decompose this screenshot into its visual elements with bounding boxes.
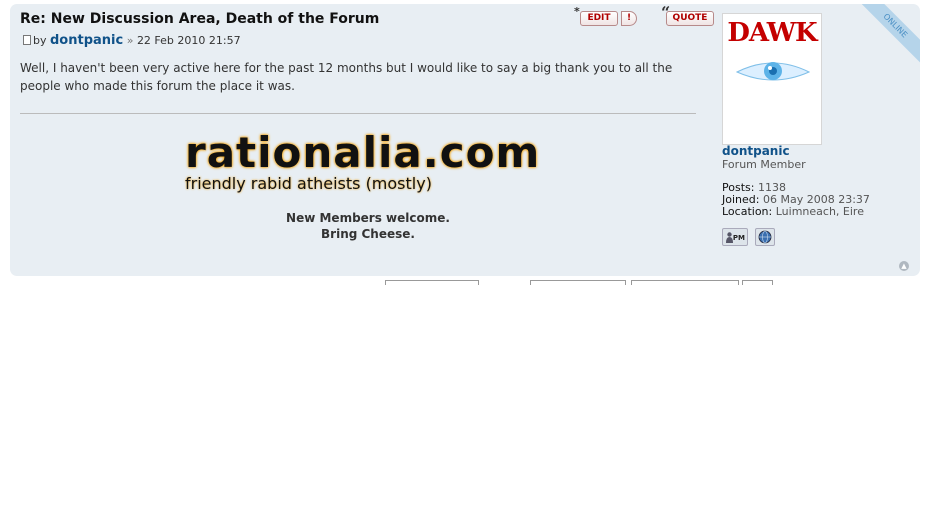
post: Re: New Discussion Area, Death of the Fo… — [10, 4, 920, 276]
edit-star-icon: * — [574, 5, 580, 18]
post-title[interactable]: Re: New Discussion Area, Death of the Fo… — [20, 11, 379, 27]
signature-line-1: New Members welcome. — [286, 211, 450, 225]
report-button[interactable]: ! — [621, 11, 637, 26]
pm-button[interactable]: PM — [722, 228, 748, 246]
cut-off-control-3[interactable] — [631, 280, 739, 285]
cut-off-control-2[interactable] — [530, 280, 626, 285]
post-author-link[interactable]: dontpanic — [50, 33, 123, 48]
post-date: 22 Feb 2010 21:57 — [136, 34, 241, 47]
pm-label: PM — [732, 234, 745, 242]
signature-tagline: friendly rabid atheists (mostly) — [185, 174, 432, 193]
cut-off-controls — [0, 280, 938, 285]
online-status-ribbon: ONLINE — [850, 4, 920, 71]
person-icon — [726, 232, 733, 243]
eye-icon — [735, 62, 811, 81]
date-separator: » — [126, 34, 134, 47]
post-author-line: by dontpanic » 22 Feb 2010 21:57 — [23, 33, 241, 48]
location-value: Luimneach, Eire — [775, 205, 864, 218]
cut-off-control-4[interactable] — [742, 280, 773, 285]
by-label: by — [33, 34, 47, 47]
location-label: Location: — [722, 205, 773, 218]
back-to-top-icon[interactable]: ▲ — [899, 261, 909, 271]
signature-line-2: Bring Cheese. — [321, 227, 415, 241]
signature-text: New Members welcome. Bring Cheese. — [278, 210, 458, 242]
signature-site-name: rationalia.com — [185, 128, 541, 177]
post-content: Well, I haven't been very active here fo… — [20, 61, 673, 93]
profile-details: Posts: 1138 Joined: 06 May 2008 23:37 Lo… — [722, 182, 870, 218]
profile-location: Location: Luimneach, Eire — [722, 206, 870, 218]
avatar: DAWK — [722, 13, 822, 145]
avatar-text: DAWK — [727, 18, 817, 48]
profile-rank: Forum Member — [722, 158, 806, 171]
edit-button[interactable]: EDIT — [580, 11, 618, 26]
profile-username[interactable]: dontpanic — [722, 144, 790, 158]
quote-button[interactable]: QUOTE — [666, 11, 714, 26]
signature-divider — [20, 113, 696, 114]
post-document-icon[interactable] — [23, 35, 31, 45]
website-button[interactable] — [755, 228, 775, 246]
globe-icon — [758, 230, 772, 244]
cut-off-control-1[interactable] — [385, 280, 479, 285]
signature-banner[interactable]: rationalia.com friendly rabid atheists (… — [185, 130, 545, 194]
